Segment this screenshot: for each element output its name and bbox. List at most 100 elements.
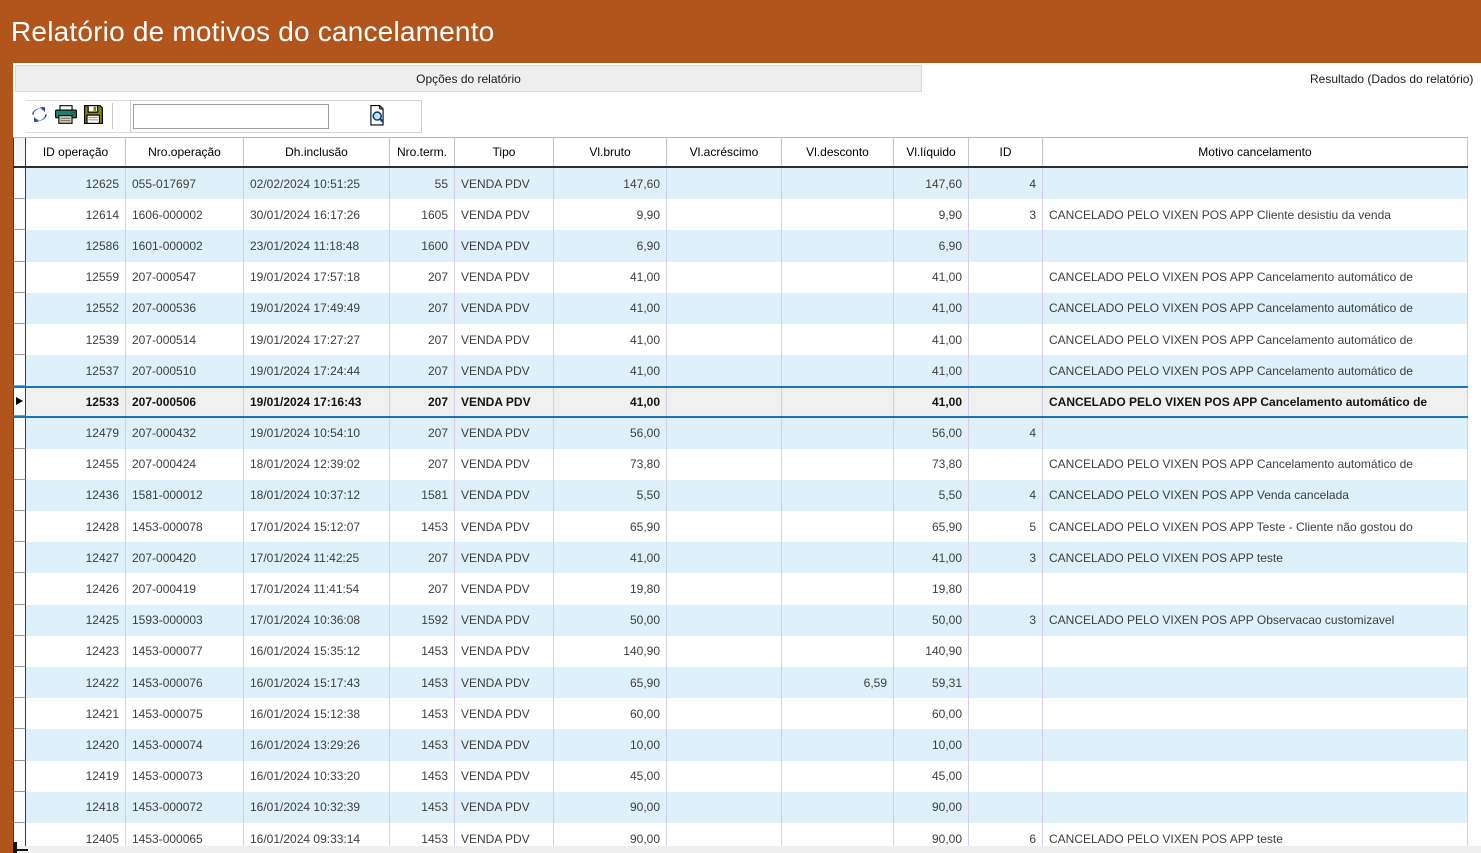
horizontal-scrollbar[interactable]	[13, 846, 1481, 853]
cell[interactable]: VENDA PDV	[455, 355, 554, 386]
table-row[interactable]: 12539207-00051419/01/2024 17:27:27207VEN…	[13, 324, 1468, 355]
cell[interactable]: 207-000514	[126, 324, 244, 355]
cell[interactable]: 12436	[26, 480, 126, 511]
cell[interactable]: 16/01/2024 10:33:20	[244, 761, 390, 792]
cell[interactable]	[667, 293, 782, 324]
cell[interactable]	[667, 729, 782, 760]
table-row[interactable]: 124191453-00007316/01/2024 10:33:201453V…	[13, 761, 1468, 792]
cell[interactable]: CANCELADO PELO VIXEN POS APP Cancelament…	[1043, 355, 1468, 386]
cell[interactable]	[1043, 698, 1468, 729]
cell[interactable]: CANCELADO PELO VIXEN POS APP teste	[1043, 542, 1468, 573]
cell[interactable]: 41,00	[554, 388, 667, 415]
cell[interactable]: 16/01/2024 13:29:26	[244, 729, 390, 760]
cell[interactable]: 4	[969, 168, 1043, 199]
cell[interactable]	[782, 230, 894, 261]
cell[interactable]: 207-000432	[126, 418, 244, 449]
cell[interactable]: 12423	[26, 636, 126, 667]
cell[interactable]: 207	[390, 542, 455, 573]
cell[interactable]: 1592	[390, 605, 455, 636]
cell[interactable]: 41,00	[554, 324, 667, 355]
cell[interactable]: 17/01/2024 10:36:08	[244, 605, 390, 636]
cell[interactable]: 73,80	[894, 449, 969, 480]
cell[interactable]: 3	[969, 542, 1043, 573]
cell[interactable]: VENDA PDV	[455, 823, 554, 846]
cell[interactable]: 56,00	[894, 418, 969, 449]
cell[interactable]: VENDA PDV	[455, 698, 554, 729]
cell[interactable]: VENDA PDV	[455, 449, 554, 480]
cell[interactable]: 5,50	[554, 480, 667, 511]
cell[interactable]	[782, 792, 894, 823]
cell[interactable]: 12421	[26, 698, 126, 729]
cell[interactable]: 65,90	[894, 511, 969, 542]
cell[interactable]: 9,90	[554, 199, 667, 230]
cell[interactable]	[667, 262, 782, 293]
cell[interactable]	[782, 355, 894, 386]
table-row[interactable]: 124051453-00006516/01/2024 09:33:141453V…	[13, 823, 1468, 846]
cell[interactable]: 12537	[26, 355, 126, 386]
table-row[interactable]: 12427207-00042017/01/2024 11:42:25207VEN…	[13, 542, 1468, 573]
cell[interactable]: 1600	[390, 230, 455, 261]
table-row[interactable]: 124281453-00007817/01/2024 15:12:071453V…	[13, 511, 1468, 542]
cell[interactable]	[667, 418, 782, 449]
cell[interactable]: 60,00	[894, 698, 969, 729]
cell[interactable]	[782, 262, 894, 293]
cell[interactable]: 1581	[390, 480, 455, 511]
table-row[interactable]: 126141606-00000230/01/2024 16:17:261605V…	[13, 199, 1468, 230]
cell[interactable]	[782, 199, 894, 230]
cell[interactable]: 12455	[26, 449, 126, 480]
cell[interactable]	[782, 293, 894, 324]
table-row[interactable]: 12559207-00054719/01/2024 17:57:18207VEN…	[13, 262, 1468, 293]
cell[interactable]	[969, 729, 1043, 760]
save-button[interactable]	[81, 104, 105, 128]
cell[interactable]: 5,50	[894, 480, 969, 511]
cell[interactable]: 10,00	[894, 729, 969, 760]
cell[interactable]: CANCELADO PELO VIXEN POS APP Cancelament…	[1043, 324, 1468, 355]
cell[interactable]: 17/01/2024 15:12:07	[244, 511, 390, 542]
cell[interactable]: VENDA PDV	[455, 729, 554, 760]
cell[interactable]: 55	[390, 168, 455, 199]
column-header-2[interactable]: Dh.inclusão	[244, 138, 390, 166]
cell[interactable]: 19/01/2024 17:24:44	[244, 355, 390, 386]
cell[interactable]	[969, 293, 1043, 324]
cell[interactable]: 12405	[26, 823, 126, 846]
cell[interactable]: 207	[390, 293, 455, 324]
cell[interactable]: 16/01/2024 10:32:39	[244, 792, 390, 823]
tab-opcoes-do-relatorio[interactable]: Opções do relatório	[15, 65, 922, 92]
table-row[interactable]: 124181453-00007216/01/2024 10:32:391453V…	[13, 792, 1468, 823]
cell[interactable]: 1453	[390, 511, 455, 542]
cell[interactable]: 207-000506	[126, 388, 244, 415]
table-row[interactable]: 12479207-00043219/01/2024 10:54:10207VEN…	[13, 418, 1468, 449]
cell[interactable]	[969, 262, 1043, 293]
cell[interactable]: 1593-000003	[126, 605, 244, 636]
cell[interactable]: 055-017697	[126, 168, 244, 199]
cell[interactable]: VENDA PDV	[455, 636, 554, 667]
cell[interactable]: 4	[969, 480, 1043, 511]
column-header-1[interactable]: Nro.operação	[126, 138, 244, 166]
table-row[interactable]: 124201453-00007416/01/2024 13:29:261453V…	[13, 729, 1468, 760]
cell[interactable]: 12427	[26, 542, 126, 573]
cell[interactable]	[782, 511, 894, 542]
cell[interactable]	[1043, 667, 1468, 698]
cell[interactable]	[969, 355, 1043, 386]
cell[interactable]: 12419	[26, 761, 126, 792]
cell[interactable]	[667, 168, 782, 199]
table-row[interactable]: 124221453-00007616/01/2024 15:17:431453V…	[13, 667, 1468, 698]
cell[interactable]	[969, 792, 1043, 823]
cell[interactable]	[969, 388, 1043, 415]
column-header-7[interactable]: Vl.desconto	[782, 138, 894, 166]
cell[interactable]	[969, 324, 1043, 355]
cell[interactable]: 1453-000077	[126, 636, 244, 667]
cell[interactable]: 207	[390, 324, 455, 355]
column-header-9[interactable]: ID	[969, 138, 1043, 166]
cell[interactable]	[667, 761, 782, 792]
cell[interactable]: VENDA PDV	[455, 542, 554, 573]
search-input[interactable]	[133, 104, 329, 129]
cell[interactable]: 207-000547	[126, 262, 244, 293]
cell[interactable]: CANCELADO PELO VIXEN POS APP Cancelament…	[1043, 449, 1468, 480]
cell[interactable]: 3	[969, 199, 1043, 230]
cell[interactable]: 19/01/2024 17:57:18	[244, 262, 390, 293]
cell[interactable]: 90,00	[554, 792, 667, 823]
cell[interactable]: 12420	[26, 729, 126, 760]
column-header-0[interactable]: ID operação	[26, 138, 126, 166]
cell[interactable]	[969, 761, 1043, 792]
